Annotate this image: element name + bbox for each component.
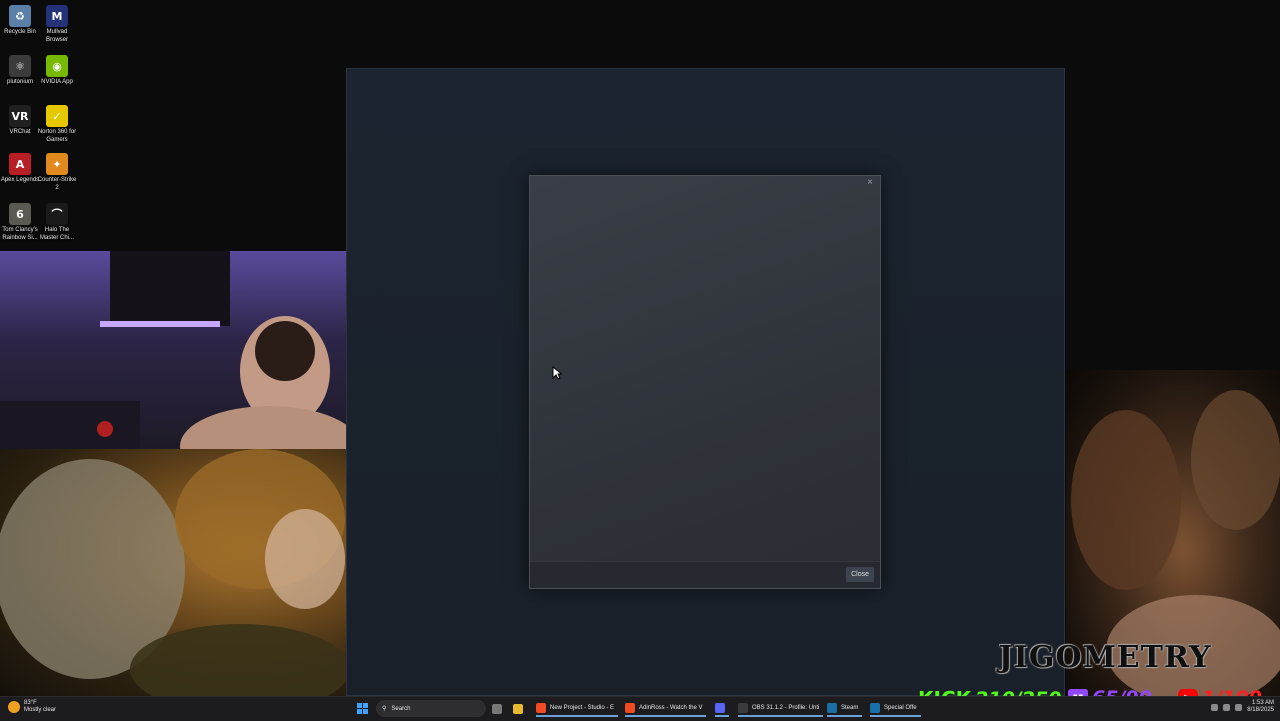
painting-left [0,449,346,696]
search-icon: ⚲ [382,706,387,712]
desktop-icon[interactable]: A Apex Legends [0,153,40,185]
vrchat-icon: VR [9,105,31,127]
taskbar-app-button[interactable]: Steam [827,701,863,717]
taskbar-app-button[interactable]: New Project - Studio - E [536,701,619,717]
taskbar-app-button[interactable]: AdinRoss - Watch the V [625,701,707,717]
plutonium-icon: ⚛ [9,55,31,77]
dialog-footer: Close [530,561,880,588]
file-explorer-button[interactable] [513,701,523,717]
clock-date: 8/18/2025 [1247,707,1274,713]
system-tray: 1:53 AM 8/18/2025 [1211,700,1274,714]
channel-logo: JIGOMETRY [998,640,1212,675]
weather-widget[interactable]: 83°F Mostly clear [8,700,56,714]
rainbow-six-icon: 6 [9,203,31,225]
weather-desc: Mostly clear [24,707,57,713]
desktop-icon-label: Tom Clancy's Rainbow Si... [2,227,38,241]
desktop-icon-label: Recycle Bin [4,29,36,35]
taskbar-app-button[interactable] [715,701,729,717]
clock[interactable]: 1:53 AM 8/18/2025 [1247,700,1274,714]
norton-icon: ✓ [46,105,68,127]
discord-icon [715,703,725,713]
desktop-icon-label: VRChat [9,129,31,135]
chevron-up-icon[interactable] [1211,703,1219,711]
desktop-icon-label: Mullvad Browser [45,29,68,43]
taskbar-app-label: Steam [841,705,859,711]
steam-icon [827,703,837,713]
volume-icon[interactable] [1235,703,1243,711]
taskbar-app-label: New Project - Studio - E [550,705,615,711]
desktop-icon[interactable]: ♻ Recycle Bin [0,5,40,37]
artwork-panel-left [0,449,346,696]
counter-strike-icon: ✦ [46,153,68,175]
taskbar-app-button[interactable]: Special Offe [870,701,921,717]
desktop-icon-label: Apex Legends [0,177,40,183]
task-view-icon [492,704,502,714]
steam-icon [870,703,880,713]
apex-legends-icon: A [9,153,31,175]
network-icon[interactable] [1223,703,1231,711]
webcam-scene [0,251,346,449]
search-placeholder: Search [391,705,411,712]
desktop-icon[interactable]: ⌒ Halo The Master Chi... [37,203,77,242]
recycle-bin-icon: ♻ [9,5,31,27]
taskbar-search[interactable]: ⚲ Search [376,700,486,717]
brave-icon [625,703,635,713]
desktop-icon[interactable]: M Mullvad Browser [37,5,77,44]
desktop-icon[interactable]: ◉ NVIDIA App [37,55,77,87]
start-button[interactable] [357,703,369,715]
taskbar: 83°F Mostly clear ⚲ Search New Project -… [0,696,1280,721]
dialog-close-icon[interactable]: × [864,177,876,189]
clock-time: 1:53 AM [1251,700,1274,706]
close-button[interactable]: Close [846,567,874,582]
brave-icon [536,703,546,713]
weather-icon [8,701,20,713]
desktop-icon-label: Counter-Strike 2 [37,177,77,191]
desktop-icon[interactable]: ⚛ plutonium [0,55,40,87]
desktop-icon[interactable]: ✓ Norton 360 for Gamers [37,105,77,144]
mouse-cursor-icon [552,366,562,380]
desktop-icon-label: Norton 360 for Gamers [37,129,77,143]
steam-dialog: × Close [529,175,881,589]
weather-temp: 83°F [24,700,37,706]
taskbar-app-label: Special Offe [884,705,917,711]
taskbar-app-button[interactable]: OBS 31.1.2 - Profile: Unti [738,701,824,717]
desktop-icon[interactable]: 6 Tom Clancy's Rainbow Si... [0,203,40,242]
desktop-icon[interactable]: ✦ Counter-Strike 2 [37,153,77,192]
webcam-feed [0,251,346,449]
obs-icon [738,703,748,713]
folder-icon [513,704,523,714]
nvidia-icon: ◉ [46,55,68,77]
halo-icon: ⌒ [46,203,68,225]
mullvad-browser-icon: M [46,5,68,27]
taskbar-app-label: OBS 31.1.2 - Profile: Unti [752,705,820,711]
desktop-icon-label: plutonium [6,79,33,85]
taskbar-app-label: AdinRoss - Watch the V [639,705,703,711]
desktop-icon-label: NVIDIA App [41,79,73,85]
desktop-icon-label: Halo The Master Chi... [39,227,74,241]
desktop-icon[interactable]: VR VRChat [0,105,40,137]
task-view-button[interactable] [492,701,502,717]
